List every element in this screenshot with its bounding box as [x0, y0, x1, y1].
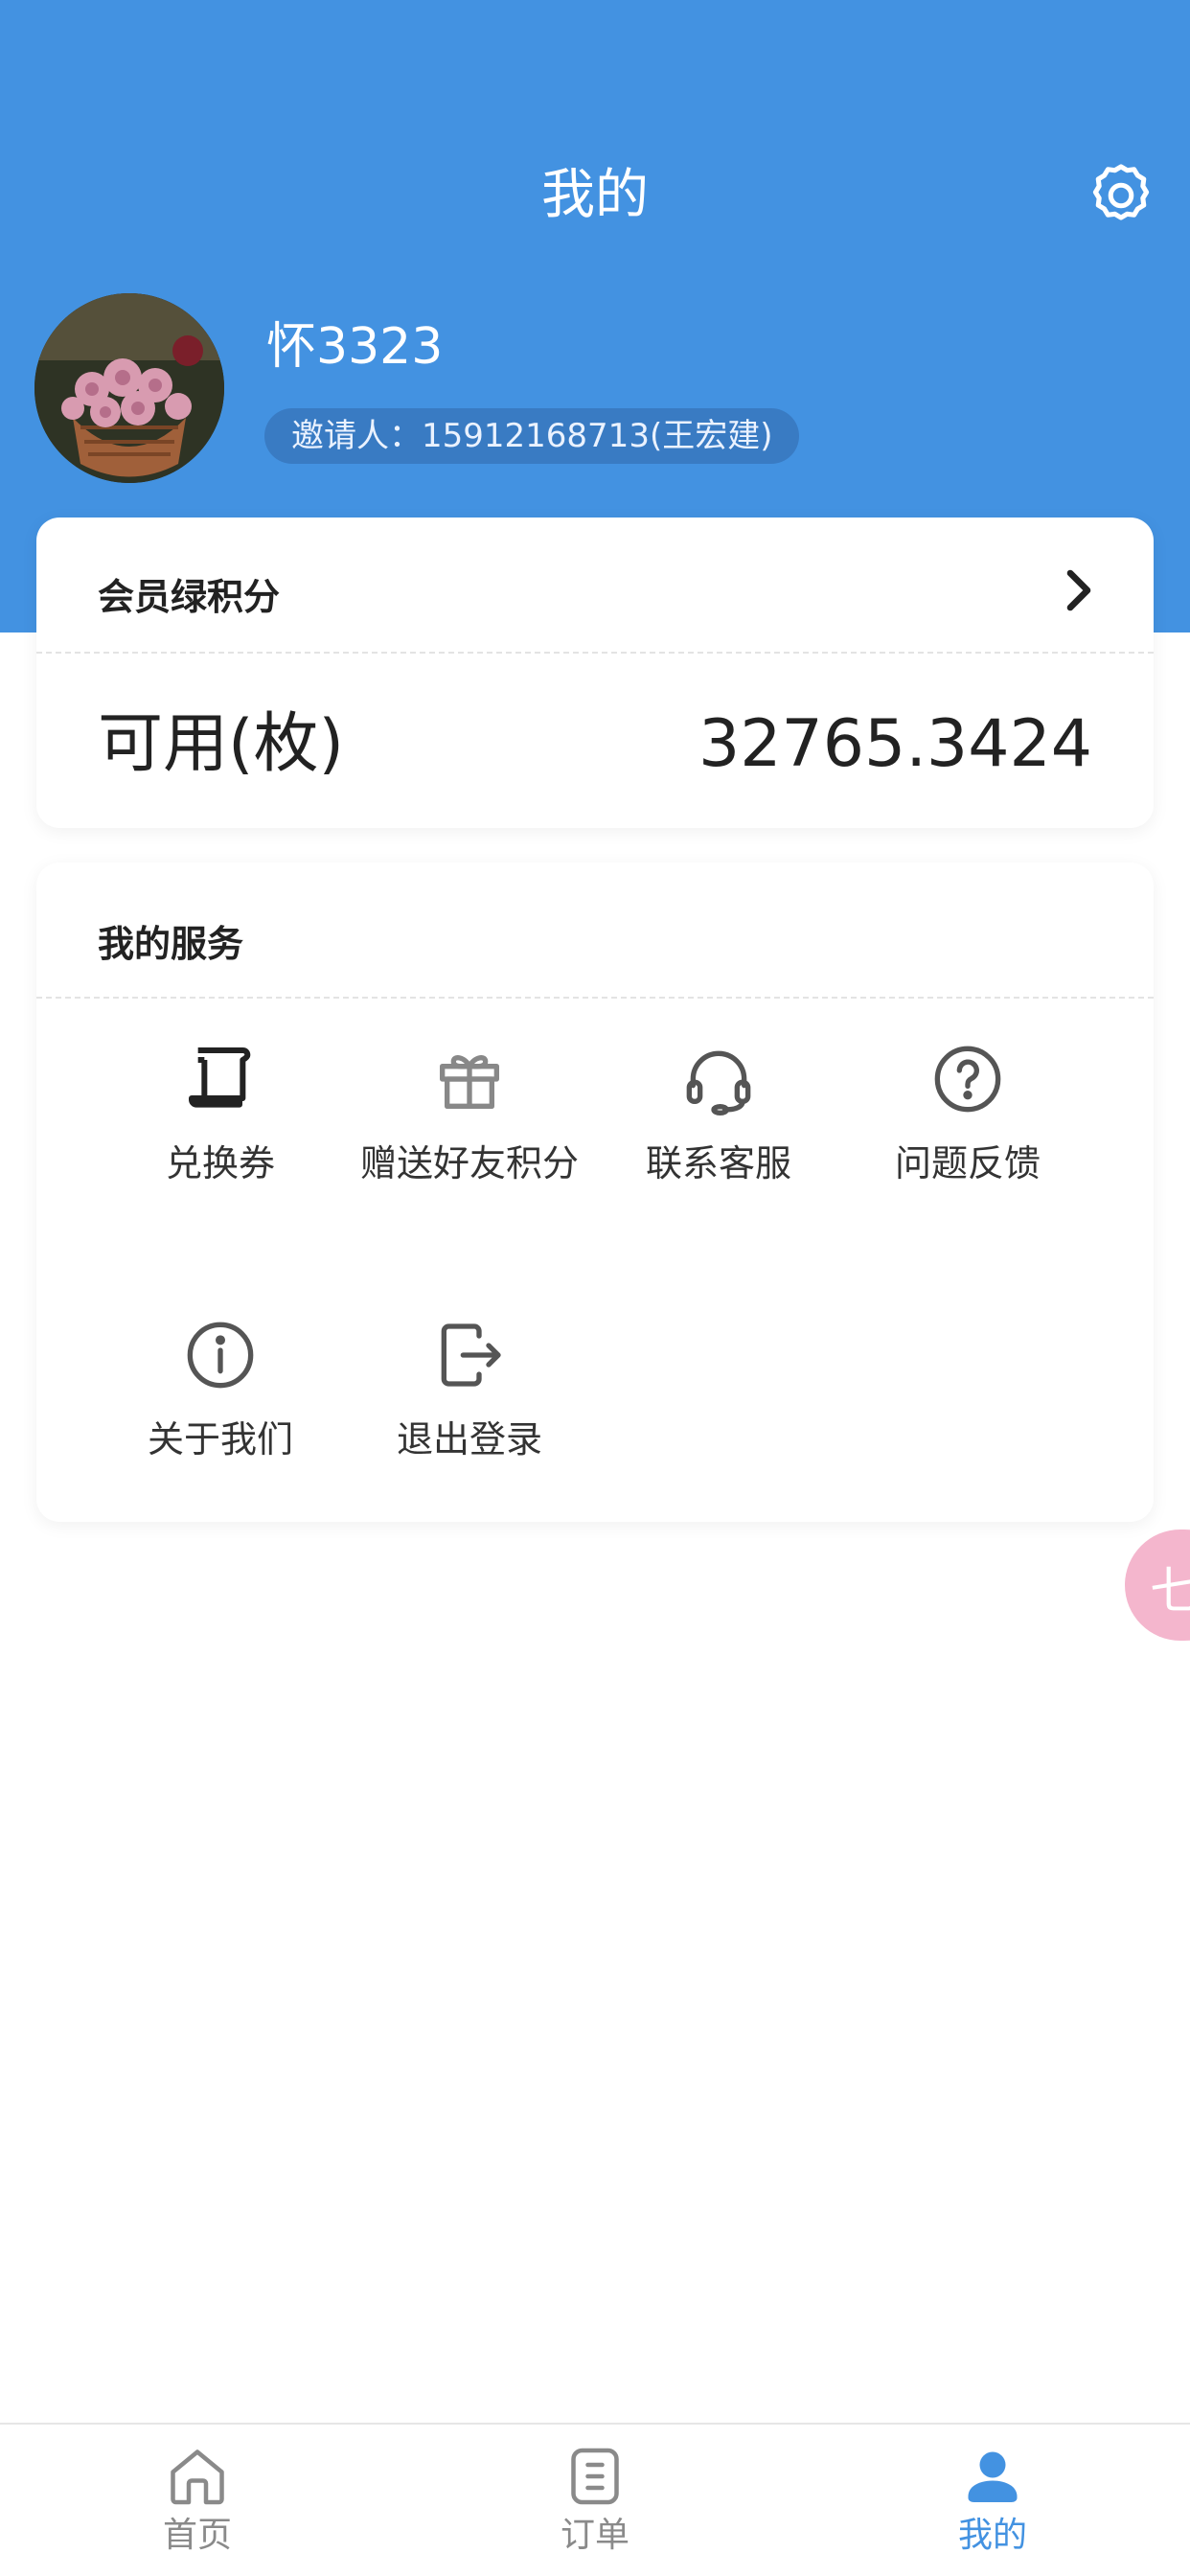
headset-icon [686, 1050, 751, 1116]
service-coupon[interactable]: 兑换券 [96, 1041, 345, 1192]
services-card-title: 我的服务 [98, 923, 244, 965]
floating-bubble[interactable]: 七 [1125, 1530, 1190, 1641]
service-label: 退出登录 [396, 1418, 542, 1460]
tab-home[interactable]: 首页 [102, 2442, 293, 2561]
service-gift-points[interactable]: 赠送好友积分 [345, 1041, 594, 1192]
page: 我的 怀3323 邀请人：15912168713(王宏建) 会员绿积分 可用(枚… [0, 0, 1190, 2576]
tab-label: 我的 [957, 2516, 1027, 2555]
avatar[interactable] [34, 293, 224, 483]
tab-bar: 首页 订单 我的 [0, 2423, 1190, 2576]
service-label: 关于我们 [147, 1418, 293, 1460]
logout-icon [441, 1323, 501, 1387]
tab-mine[interactable]: 我的 [897, 2442, 1088, 2561]
service-label: 联系客服 [645, 1142, 791, 1184]
available-label: 可用(枚) [98, 706, 345, 782]
chevron-right-icon [1066, 569, 1091, 611]
points-card[interactable]: 会员绿积分 可用(枚) 32765.3424 [36, 518, 1154, 828]
points-card-title: 会员绿积分 [98, 576, 281, 618]
tab-orders[interactable]: 订单 [499, 2442, 691, 2561]
divider [36, 997, 1154, 999]
tab-label: 订单 [560, 2516, 629, 2555]
gift-icon [440, 1055, 499, 1109]
order-icon [571, 2448, 619, 2505]
divider [36, 652, 1154, 654]
service-label: 赠送好友积分 [359, 1142, 579, 1184]
service-label: 问题反馈 [894, 1142, 1041, 1184]
coupon-icon [189, 1047, 251, 1108]
username: 怀3323 [266, 318, 444, 376]
question-icon [934, 1046, 1001, 1113]
home-icon [171, 2450, 224, 2505]
user-icon [968, 2451, 1018, 2502]
services-card: 我的服务 兑换券 赠送好友积分 联系客服 问题反馈 关于我们 退出登录 [36, 862, 1154, 1522]
floating-bubble-text: 七 [1150, 1563, 1190, 1621]
inviter-badge: 邀请人：15912168713(王宏建) [264, 408, 800, 464]
service-feedback[interactable]: 问题反馈 [843, 1041, 1092, 1192]
page-title: 我的 [541, 164, 649, 226]
info-icon [187, 1322, 254, 1389]
service-label: 兑换券 [165, 1142, 275, 1184]
tab-label: 首页 [162, 2516, 232, 2555]
available-value: 32765.3424 [698, 706, 1092, 782]
gear-icon [1092, 164, 1150, 220]
service-logout[interactable]: 退出登录 [345, 1317, 594, 1468]
service-about-us[interactable]: 关于我们 [96, 1317, 345, 1468]
settings-button[interactable] [1085, 159, 1157, 232]
flower-basket-photo [34, 293, 224, 483]
service-customer-support[interactable]: 联系客服 [594, 1041, 843, 1192]
